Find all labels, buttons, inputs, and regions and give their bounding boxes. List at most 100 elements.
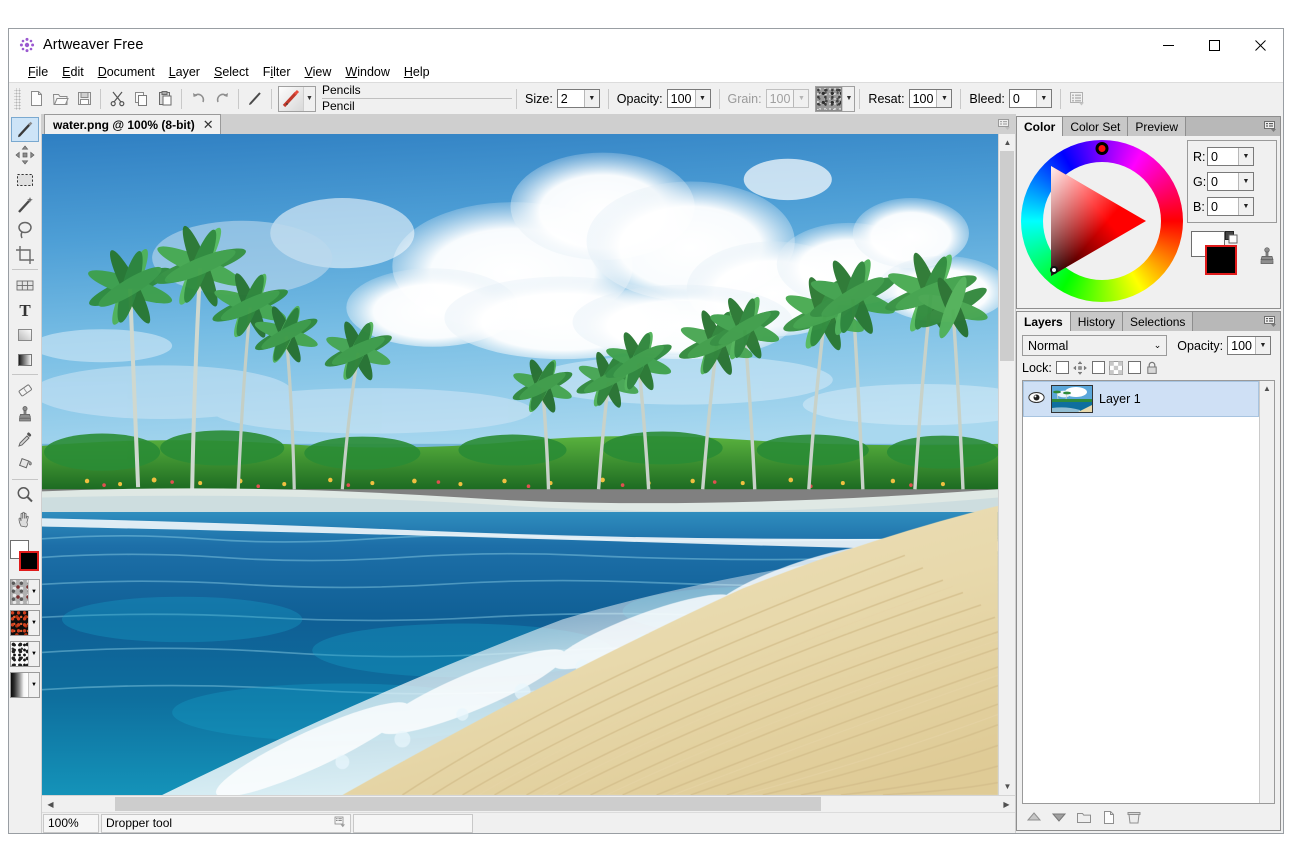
vertical-scroll-track[interactable] — [999, 151, 1015, 778]
tab-color-set[interactable]: Color Set — [1063, 117, 1128, 136]
magic-wand-tool[interactable] — [11, 192, 39, 217]
chevron-down-icon[interactable]: ▼ — [28, 642, 39, 666]
blue-stepper[interactable]: 0 ▼ — [1207, 197, 1254, 216]
scroll-right-icon[interactable]: ▶ — [998, 796, 1015, 813]
close-button[interactable] — [1237, 29, 1283, 61]
lock-transparency-checkbox[interactable] — [1092, 361, 1105, 374]
chevron-down-icon[interactable]: ▼ — [1238, 148, 1253, 165]
chevron-down-icon[interactable]: ⌄ — [1154, 340, 1162, 351]
blue-value[interactable]: 0 — [1208, 198, 1238, 215]
delete-layer-button[interactable] — [1123, 807, 1145, 828]
undo-button[interactable] — [186, 87, 210, 111]
menu-document[interactable]: Document — [91, 63, 162, 81]
perspective-tool[interactable] — [11, 272, 39, 297]
triangle-marker[interactable] — [1050, 266, 1058, 274]
new-layer-group-button[interactable] — [1073, 807, 1095, 828]
paste-button[interactable] — [153, 87, 177, 111]
lock-position-checkbox[interactable] — [1056, 361, 1069, 374]
green-value[interactable]: 0 — [1208, 173, 1238, 190]
bleed-stepper[interactable]: 0 ▼ — [1009, 89, 1052, 108]
layer-visibility-icon[interactable] — [1028, 391, 1045, 407]
copy-button[interactable] — [129, 87, 153, 111]
brush-tool[interactable] — [11, 117, 39, 142]
eraser-tool[interactable] — [11, 377, 39, 402]
brush-tool-button[interactable] — [243, 87, 267, 111]
green-stepper[interactable]: 0 ▼ — [1207, 172, 1254, 191]
menu-edit[interactable]: Edit — [55, 63, 91, 81]
gradient-selector[interactable]: ▼ — [10, 610, 40, 636]
color-wheel[interactable] — [1021, 140, 1183, 302]
zoom-tool[interactable] — [11, 482, 39, 507]
menu-help[interactable]: Help — [397, 63, 437, 81]
weave-selector[interactable]: ▼ — [10, 672, 40, 698]
vertical-scroll-thumb[interactable] — [1000, 151, 1014, 361]
image-canvas[interactable] — [42, 134, 998, 795]
canvas-vertical-scrollbar[interactable]: ▲ ▼ — [998, 134, 1015, 795]
close-icon[interactable]: ✕ — [203, 117, 214, 133]
shape-fill-tool[interactable] — [11, 322, 39, 347]
size-stepper[interactable]: 2 ▼ — [557, 89, 600, 108]
tab-layers[interactable]: Layers — [1017, 312, 1071, 331]
clone-color-icon[interactable] — [1257, 246, 1277, 271]
scroll-up-icon[interactable]: ▲ — [999, 134, 1016, 151]
open-document-button[interactable] — [48, 87, 72, 111]
rectangular-marquee-tool[interactable] — [11, 167, 39, 192]
text-tool[interactable]: T — [11, 297, 39, 322]
scroll-up-icon[interactable]: ▲ — [1260, 381, 1274, 395]
layer-opacity-stepper[interactable]: 100 ▼ — [1227, 336, 1271, 355]
opacity-stepper[interactable]: 100 ▼ — [667, 89, 711, 108]
scroll-down-icon[interactable]: ▼ — [999, 778, 1016, 795]
grain-texture-selector[interactable]: ▼ — [815, 86, 855, 112]
size-value[interactable]: 2 — [558, 90, 584, 107]
scroll-left-icon[interactable]: ◀ — [42, 796, 59, 813]
blend-mode-select[interactable]: Normal ⌄ — [1022, 335, 1167, 356]
new-layer-button[interactable] — [1098, 807, 1120, 828]
status-menu-icon[interactable] — [334, 816, 346, 831]
canvas-horizontal-scrollbar[interactable]: ◀ ▶ — [42, 795, 1015, 812]
red-value[interactable]: 0 — [1208, 148, 1238, 165]
dropper-tool[interactable] — [11, 427, 39, 452]
paper-texture-selector[interactable]: ▼ — [10, 579, 40, 605]
lasso-tool[interactable] — [11, 217, 39, 242]
gradient-tool[interactable] — [11, 347, 39, 372]
brush-preview-selector[interactable]: ▼ — [278, 86, 316, 112]
layers-list[interactable]: Layer 1 ▲ — [1022, 380, 1275, 804]
color-panel-menu-icon[interactable] — [1261, 118, 1278, 134]
resat-value[interactable]: 100 — [910, 90, 937, 107]
tab-history[interactable]: History — [1071, 312, 1123, 331]
tab-preview[interactable]: Preview — [1128, 117, 1186, 136]
chevron-down-icon[interactable]: ▼ — [1255, 337, 1270, 354]
hand-tool[interactable] — [11, 507, 39, 532]
maximize-button[interactable] — [1191, 29, 1237, 61]
layers-panel-menu-icon[interactable] — [1261, 313, 1278, 329]
pattern-selector[interactable]: ▼ — [10, 641, 40, 667]
color-panel-swatches[interactable] — [1191, 231, 1251, 275]
clone-stamp-tool[interactable] — [11, 402, 39, 427]
menu-filter[interactable]: Filter — [256, 63, 298, 81]
chevron-down-icon[interactable]: ▼ — [584, 90, 599, 107]
hue-marker[interactable] — [1096, 142, 1109, 155]
menu-view[interactable]: View — [298, 63, 339, 81]
save-document-button[interactable] — [72, 87, 96, 111]
lock-all-checkbox[interactable] — [1128, 361, 1141, 374]
chevron-down-icon[interactable]: ▼ — [28, 611, 39, 635]
chevron-down-icon[interactable]: ▼ — [1238, 198, 1253, 215]
layers-scroll-track[interactable] — [1260, 395, 1274, 803]
tab-selections[interactable]: Selections — [1123, 312, 1193, 331]
horizontal-scroll-track[interactable] — [59, 796, 998, 812]
menu-select[interactable]: Select — [207, 63, 256, 81]
document-tabs-menu-icon[interactable] — [995, 116, 1013, 133]
chevron-down-icon[interactable]: ▼ — [1036, 90, 1051, 107]
chevron-down-icon[interactable]: ▼ — [936, 90, 951, 107]
menu-file[interactable]: File — [21, 63, 55, 81]
menu-window[interactable]: Window — [338, 63, 396, 81]
resat-stepper[interactable]: 100 ▼ — [909, 89, 953, 108]
document-tab-water-png[interactable]: water.png @ 100% (8-bit) ✕ — [44, 114, 221, 134]
tool-color-swatches[interactable] — [10, 540, 40, 574]
crop-tool[interactable] — [11, 242, 39, 267]
toolbar-grip[interactable] — [14, 88, 21, 110]
layer-row[interactable]: Layer 1 — [1023, 381, 1259, 417]
foreground-color-swatch[interactable] — [19, 551, 39, 571]
cut-button[interactable] — [105, 87, 129, 111]
move-layer-up-button[interactable] — [1023, 807, 1045, 828]
